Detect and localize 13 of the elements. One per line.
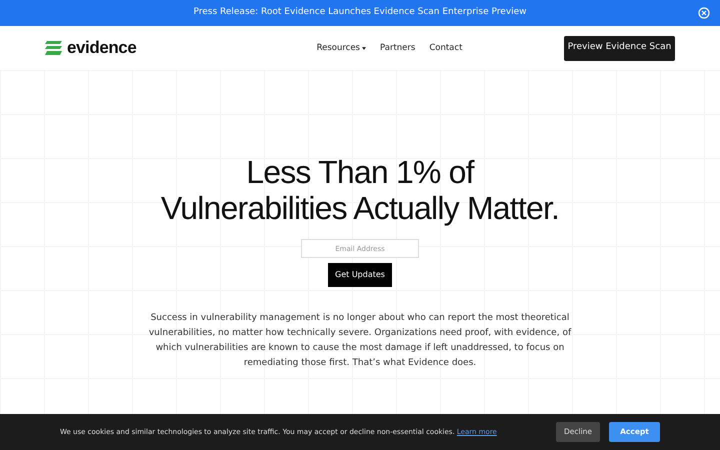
logo-text[interactable]: evidence (67, 35, 136, 61)
hero-heading: Less Than 1% of (246, 154, 474, 190)
nav-link[interactable]: Contact (429, 42, 462, 54)
get-updates-button[interactable]: Get Updates (328, 263, 392, 287)
hero-heading: Vulnerabilities Actually Matter. (160, 190, 560, 226)
caret-icon (362, 46, 366, 50)
nav-link[interactable]: Partners (380, 42, 416, 54)
close-icon[interactable] (698, 7, 710, 19)
nav-link[interactable]: Resources (316, 42, 366, 54)
banner-text[interactable]: Press Release: Root Evidence Launches Evidence Scan Enterprise Preview (193, 6, 527, 20)
logo-icon (45, 40, 63, 56)
preview-button[interactable]: Preview Evidence Scan (564, 36, 675, 60)
hero-description: Success in vulnerability management is no longer about who can report the most theoretical vulnerabilities, no matter how technically severe. Organizations need proof, with evidence, of which vulnerabilities are known to cause the most damage if left unaddressed, to focus on remediating those first. That’s what Evidence does. (148, 312, 572, 370)
